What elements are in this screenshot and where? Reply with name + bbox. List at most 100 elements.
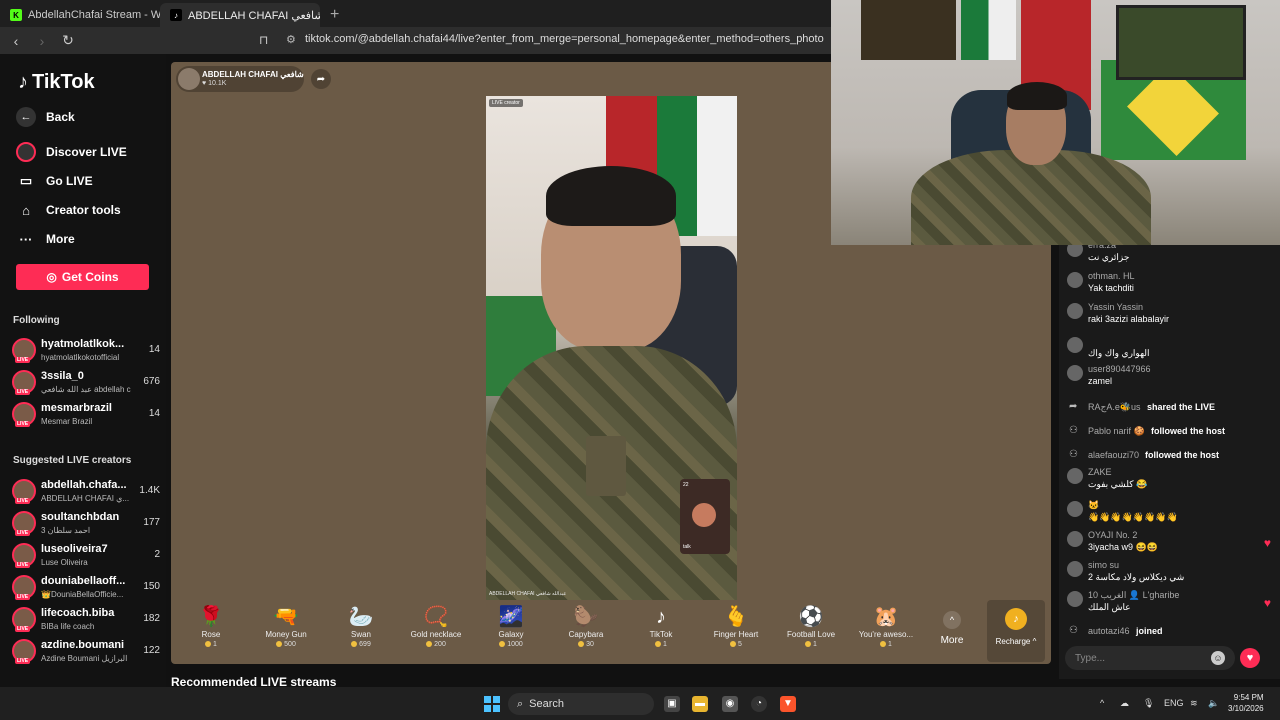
- reload-icon[interactable]: ↻: [58, 32, 78, 49]
- chat-text: 👋👋👋👋👋👋👋👋: [1088, 512, 1178, 522]
- taskbar-search[interactable]: ⌕ Search: [508, 693, 654, 715]
- chat-text: شي ديكلاس ولاد مكاسة 2: [1088, 572, 1185, 582]
- more-gifts-button[interactable]: ^ More: [935, 611, 969, 646]
- obs-icon[interactable]: ◔: [751, 696, 767, 712]
- chat-username[interactable]: ZAKE: [1088, 467, 1112, 477]
- nav-more[interactable]: ··· More: [16, 229, 75, 249]
- account-row[interactable]: LIVE azdine.boumani Azdine Boumani البرازي…: [12, 637, 162, 665]
- chat-username[interactable]: RAجA.e🐝us: [1088, 402, 1141, 413]
- bookmark-icon[interactable]: ⊓: [259, 33, 268, 47]
- wifi-icon[interactable]: ≋: [1190, 698, 1198, 709]
- nav-creator-tools[interactable]: ⌂ Creator tools: [16, 200, 121, 220]
- avatar[interactable]: [1067, 561, 1083, 577]
- chat-username[interactable]: OYAJI No. 2: [1088, 530, 1137, 540]
- share-button[interactable]: ➦: [311, 69, 331, 89]
- get-coins-label: Get Coins: [61, 270, 119, 284]
- clock[interactable]: 9:54 PM 3/10/2026: [1228, 692, 1264, 714]
- gift-item[interactable]: 🔫 Money Gun 500: [251, 604, 321, 648]
- gift-item[interactable]: 🦫 Capybara 30: [551, 604, 621, 648]
- account-row[interactable]: LIVE lifecoach.biba BIBa life coach 182: [12, 605, 162, 633]
- account-row[interactable]: LIVE douniabellaoff... 👑DouniaBellaOfficie…: [12, 573, 162, 601]
- chat-input-box[interactable]: [1065, 646, 1235, 670]
- nav-discover-live[interactable]: Discover LIVE: [16, 142, 127, 162]
- account-row[interactable]: LIVE abdellah.chafa... ABDELLAH CHAFAI ي..…: [12, 477, 162, 505]
- chat-username[interactable]: othman. HL: [1088, 271, 1135, 281]
- cloud-icon[interactable]: ☁: [1120, 698, 1129, 709]
- tab-abdellah-stream[interactable]: K AbdellahChafai Stream - Watch Live o: [0, 3, 160, 27]
- new-tab-button[interactable]: +: [320, 3, 349, 27]
- account-row[interactable]: LIVE soultanchbdan احمد سلطان 3 177: [12, 509, 162, 537]
- gift-item[interactable]: 📿 Gold necklace 200: [401, 604, 471, 648]
- like-heart-button[interactable]: ♥: [1240, 648, 1260, 668]
- url-field[interactable]: tiktok.com/@abdellah.chafai44/live?enter…: [305, 33, 824, 45]
- gift-item[interactable]: 🌹 Rose 1: [176, 604, 246, 648]
- chat-username[interactable]: alaefaouzi70: [1088, 450, 1139, 460]
- tiktok-logo[interactable]: ♪ TikTok: [18, 71, 95, 94]
- gift-item[interactable]: ♪ TikTok 1: [626, 604, 696, 648]
- task-view-icon[interactable]: ▣: [664, 696, 680, 712]
- avatar[interactable]: [1067, 365, 1083, 381]
- share-icon: ➦: [1069, 401, 1078, 412]
- forward-arrow-icon[interactable]: ›: [32, 33, 52, 49]
- back-arrow-icon[interactable]: ‹: [6, 33, 26, 49]
- emoji-icon[interactable]: ☺: [1211, 651, 1225, 665]
- nav-go-live[interactable]: ▭ Go LIVE: [16, 171, 93, 191]
- get-coins-button[interactable]: ◎ Get Coins: [16, 264, 149, 290]
- nav-back[interactable]: ← Back: [16, 107, 75, 127]
- chat-username[interactable]: 🐱: [1088, 500, 1099, 511]
- account-row[interactable]: LIVE 3ssila_0 عبد الله شافعي abdellah c...…: [12, 368, 162, 396]
- chat-username[interactable]: user890447966: [1088, 364, 1151, 374]
- gift-icon: ⚽: [798, 606, 824, 628]
- avatar[interactable]: [1067, 501, 1083, 517]
- account-subtitle: BIBa life coach: [41, 622, 95, 631]
- avatar[interactable]: [1067, 468, 1083, 484]
- windows-start-icon[interactable]: [484, 696, 500, 712]
- gift-item[interactable]: 🐹 You're aweso... 1: [851, 604, 921, 648]
- chat-username[interactable]: autotazi46: [1088, 626, 1130, 636]
- chat-input[interactable]: [1065, 646, 1235, 670]
- chevron-up-icon: ^: [943, 611, 961, 629]
- heart-icon[interactable]: ♥: [1264, 536, 1271, 550]
- avatar[interactable]: [1067, 272, 1083, 288]
- avatar[interactable]: [1067, 337, 1083, 353]
- host-avatar[interactable]: [178, 68, 200, 90]
- camera-app-icon[interactable]: ◉: [722, 696, 738, 712]
- gift-item[interactable]: ⚽ Football Love 1: [776, 604, 846, 648]
- account-row[interactable]: LIVE mesmarbrazil Mesmar Brazil 14: [12, 400, 162, 428]
- account-row[interactable]: LIVE luseoliveira7 Luse Oliveira 2: [12, 541, 162, 569]
- mic-icon[interactable]: 🎙: [1143, 698, 1154, 709]
- nav-label: Discover LIVE: [46, 145, 127, 159]
- gift-item[interactable]: 🫰 Finger Heart 5: [701, 604, 771, 648]
- heart-icon[interactable]: ♥: [1264, 596, 1271, 610]
- account-name: douniabellaoff...: [41, 575, 126, 587]
- tray-chevron-icon[interactable]: ^: [1100, 698, 1104, 708]
- wall-painting: [861, 0, 956, 60]
- file-explorer-icon[interactable]: ▬: [692, 696, 708, 712]
- site-info-icon[interactable]: ⚙: [286, 33, 296, 46]
- tab-tiktok-live[interactable]: ♪ ABDELLAH CHAFAI عبدالله شافعي ✕: [160, 3, 320, 27]
- chat-username[interactable]: Pablo narif 🍪: [1088, 426, 1145, 437]
- chat-username[interactable]: simo su: [1088, 560, 1119, 570]
- host-info[interactable]: ABDELLAH CHAFAI شافعي ♥ 10.1K: [176, 66, 304, 92]
- account-row[interactable]: LIVE hyatmolatlkok... hyatmolatlkokotoffic…: [12, 336, 162, 364]
- account-name: mesmarbrazil: [41, 402, 112, 414]
- chat-text: raki 3azizi alabalayir: [1088, 314, 1170, 324]
- viewer-count: 2: [154, 549, 160, 560]
- chat-username[interactable]: 10 الغريب 👤 L'gharibe: [1088, 590, 1179, 601]
- tiktok-note-icon: ♪: [18, 71, 28, 93]
- avatar[interactable]: [1067, 303, 1083, 319]
- host-name: ABDELLAH CHAFAI شافعي: [202, 70, 304, 79]
- language-indicator[interactable]: ENG: [1164, 698, 1184, 708]
- pip-guest[interactable]: 22 talk: [680, 479, 730, 554]
- avatar[interactable]: [1067, 591, 1083, 607]
- brave-browser-icon[interactable]: ▼: [780, 696, 796, 712]
- volume-icon[interactable]: 🔈: [1208, 698, 1219, 709]
- viewer-count: 150: [143, 581, 160, 592]
- avatar[interactable]: [1067, 531, 1083, 547]
- live-video[interactable]: LIVE creator ABDELLAH CHAFAI عبدالله شاف…: [486, 96, 737, 600]
- gift-item[interactable]: 🦢 Swan 699: [326, 604, 396, 648]
- gift-item[interactable]: 🌌 Galaxy 1000: [476, 604, 546, 648]
- chat-username[interactable]: Yassin Yassin: [1088, 302, 1143, 312]
- chat-text: joined: [1136, 626, 1163, 636]
- recharge-button[interactable]: ♪ Recharge ^: [987, 600, 1045, 662]
